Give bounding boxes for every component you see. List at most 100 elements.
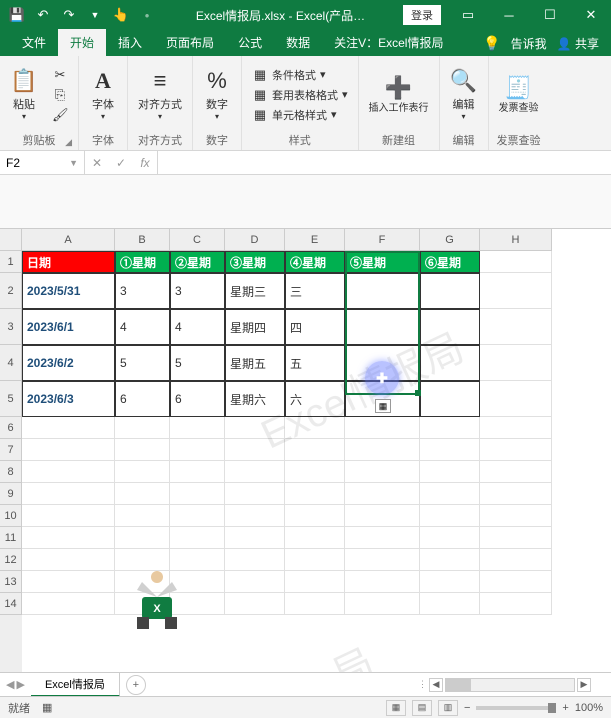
col-header-H[interactable]: H bbox=[480, 229, 552, 251]
col-header-G[interactable]: G bbox=[420, 229, 480, 251]
cell[interactable]: 五 bbox=[285, 345, 345, 381]
cell[interactable] bbox=[480, 251, 552, 273]
sheet-nav-next-icon[interactable]: ▶ bbox=[16, 678, 24, 691]
zoom-slider[interactable] bbox=[476, 706, 556, 710]
cell[interactable] bbox=[345, 483, 420, 505]
row-headers[interactable]: 1234567891011121314 bbox=[0, 229, 22, 672]
cell[interactable] bbox=[225, 593, 285, 615]
enter-formula-icon[interactable]: ✓ bbox=[109, 156, 133, 170]
cell[interactable] bbox=[115, 439, 170, 461]
cut-button[interactable]: ✂ bbox=[48, 66, 72, 84]
cell[interactable] bbox=[22, 417, 115, 439]
maximize-icon[interactable]: ☐ bbox=[530, 0, 570, 30]
view-layout-icon[interactable]: ▤ bbox=[412, 700, 432, 716]
cell[interactable] bbox=[22, 461, 115, 483]
font-button[interactable]: A字体▾ bbox=[85, 66, 121, 123]
minimize-icon[interactable]: ─ bbox=[489, 0, 529, 30]
tab-data[interactable]: 数据 bbox=[274, 29, 322, 56]
select-all-corner[interactable] bbox=[0, 229, 22, 251]
redo-icon[interactable]: ↷ bbox=[58, 4, 80, 26]
cell-style-button[interactable]: ▦单元格样式 ▾ bbox=[248, 106, 352, 124]
copy-button[interactable]: ⎘ bbox=[48, 86, 72, 104]
cell[interactable] bbox=[22, 483, 115, 505]
cell[interactable] bbox=[170, 461, 225, 483]
row-header-12[interactable]: 12 bbox=[0, 549, 22, 571]
view-pagebreak-icon[interactable]: ▥ bbox=[438, 700, 458, 716]
row-header-2[interactable]: 2 bbox=[0, 273, 22, 309]
cell[interactable] bbox=[115, 483, 170, 505]
cell[interactable] bbox=[480, 549, 552, 571]
macro-record-icon[interactable]: ▦ bbox=[42, 701, 52, 714]
cell[interactable] bbox=[480, 571, 552, 593]
row-header-13[interactable]: 13 bbox=[0, 571, 22, 593]
cell[interactable] bbox=[22, 549, 115, 571]
row-header-4[interactable]: 4 bbox=[0, 345, 22, 381]
touch-mode-icon[interactable]: 👆 bbox=[110, 4, 132, 26]
cell[interactable]: 星期三 bbox=[225, 273, 285, 309]
cell[interactable] bbox=[285, 483, 345, 505]
cell[interactable] bbox=[420, 345, 480, 381]
alignment-button[interactable]: ≡对齐方式▾ bbox=[134, 66, 186, 123]
cell[interactable] bbox=[22, 593, 115, 615]
row-header-1[interactable]: 1 bbox=[0, 251, 22, 273]
cell[interactable] bbox=[285, 461, 345, 483]
sheet-nav-prev-icon[interactable]: ◀ bbox=[6, 678, 14, 691]
tab-file[interactable]: 文件 bbox=[10, 29, 58, 56]
cell[interactable] bbox=[345, 571, 420, 593]
cell[interactable] bbox=[480, 345, 552, 381]
cell[interactable]: 6 bbox=[115, 381, 170, 417]
row-header-14[interactable]: 14 bbox=[0, 593, 22, 615]
add-sheet-button[interactable]: + bbox=[126, 675, 146, 695]
number-button[interactable]: %数字▾ bbox=[199, 66, 235, 123]
login-button[interactable]: 登录 bbox=[403, 5, 441, 25]
cell[interactable] bbox=[115, 571, 170, 593]
cell[interactable] bbox=[345, 461, 420, 483]
cell[interactable] bbox=[420, 439, 480, 461]
format-painter-button[interactable]: 🖌 bbox=[48, 106, 72, 124]
cell[interactable]: 4 bbox=[170, 309, 225, 345]
cell[interactable] bbox=[420, 417, 480, 439]
undo-icon[interactable]: ↶ bbox=[32, 4, 54, 26]
cell[interactable] bbox=[480, 381, 552, 417]
qat-dropdown-icon[interactable]: ▼ bbox=[84, 4, 106, 26]
cell[interactable] bbox=[420, 483, 480, 505]
cell[interactable] bbox=[170, 439, 225, 461]
sheet-tab[interactable]: Excel情报局 bbox=[31, 673, 120, 697]
tell-me-label[interactable]: 告诉我 bbox=[511, 35, 547, 52]
cell[interactable] bbox=[225, 439, 285, 461]
cell[interactable]: 2023/6/3 bbox=[22, 381, 115, 417]
cell[interactable] bbox=[345, 505, 420, 527]
tab-home[interactable]: 开始 bbox=[58, 29, 106, 56]
hscroll-thumb[interactable] bbox=[446, 679, 471, 691]
zoom-in-icon[interactable]: + bbox=[562, 702, 568, 714]
table-format-button[interactable]: ▦套用表格格式 ▾ bbox=[248, 86, 352, 104]
insert-row-button[interactable]: ➕插入工作表行 bbox=[365, 73, 433, 116]
cell[interactable] bbox=[225, 505, 285, 527]
cell[interactable] bbox=[285, 527, 345, 549]
cell[interactable] bbox=[420, 309, 480, 345]
cell[interactable] bbox=[480, 461, 552, 483]
cell[interactable] bbox=[345, 417, 420, 439]
tab-formulas[interactable]: 公式 bbox=[226, 29, 274, 56]
cell[interactable] bbox=[22, 439, 115, 461]
cell[interactable]: 星期六 bbox=[225, 381, 285, 417]
cell[interactable] bbox=[420, 273, 480, 309]
cell[interactable]: ①星期 bbox=[115, 251, 170, 273]
cell[interactable] bbox=[420, 593, 480, 615]
col-header-B[interactable]: B bbox=[115, 229, 170, 251]
row-header-5[interactable]: 5 bbox=[0, 381, 22, 417]
hscroll-left-icon[interactable]: ◀ bbox=[429, 678, 443, 692]
paste-button[interactable]: 📋粘贴▾ bbox=[6, 66, 42, 123]
cell[interactable] bbox=[480, 527, 552, 549]
cell[interactable]: 2023/6/2 bbox=[22, 345, 115, 381]
cell[interactable] bbox=[480, 273, 552, 309]
fx-icon[interactable]: fx bbox=[133, 156, 157, 170]
share-button[interactable]: 👤 共享 bbox=[557, 35, 599, 52]
cell[interactable] bbox=[115, 505, 170, 527]
col-header-C[interactable]: C bbox=[170, 229, 225, 251]
tab-insert[interactable]: 插入 bbox=[106, 29, 154, 56]
col-header-D[interactable]: D bbox=[225, 229, 285, 251]
editing-button[interactable]: 🔍编辑▾ bbox=[446, 66, 482, 123]
cell[interactable] bbox=[285, 417, 345, 439]
cell[interactable] bbox=[115, 417, 170, 439]
